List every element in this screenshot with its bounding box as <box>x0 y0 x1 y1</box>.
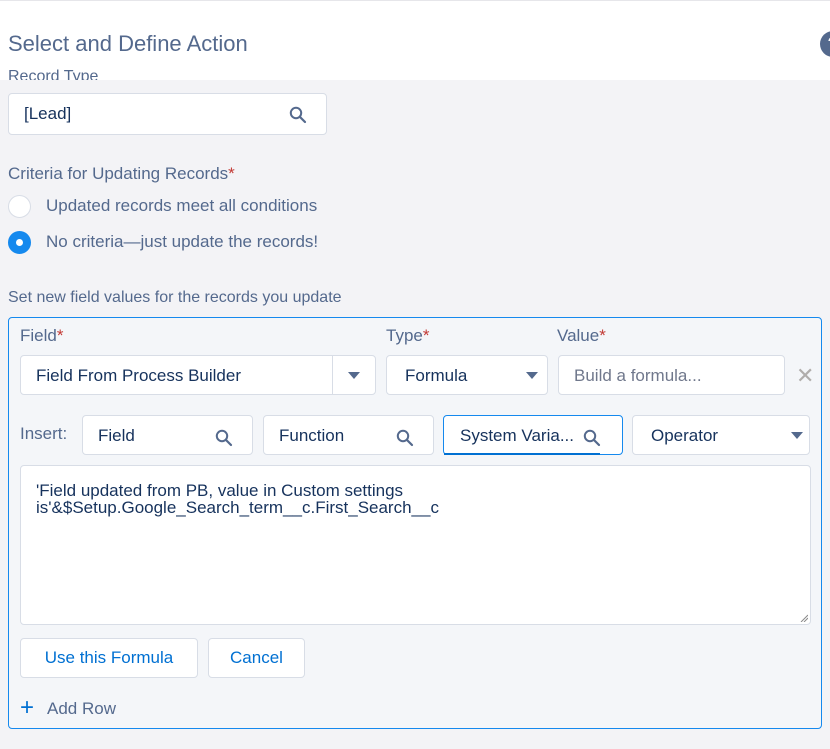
chevron-down-icon[interactable] <box>348 372 360 379</box>
insert-operator-select[interactable]: Operator <box>632 415 810 455</box>
cancel-button[interactable]: Cancel <box>208 638 305 678</box>
use-formula-button[interactable]: Use this Formula <box>20 638 198 678</box>
record-type-value: [Lead] <box>24 104 72 123</box>
add-row-label[interactable]: Add Row <box>47 699 116 719</box>
field-values-label: Set new field values for the records you… <box>8 289 342 306</box>
record-type-input[interactable]: [Lead] <box>8 93 327 135</box>
search-icon[interactable] <box>215 429 233 447</box>
radio-no-criteria-label[interactable]: No criteria—just update the records! <box>46 232 318 252</box>
insert-function-label: Function <box>279 426 345 445</box>
plus-icon[interactable]: + <box>20 696 34 720</box>
insert-field-label: Field <box>98 426 135 445</box>
value-formula-placeholder: Build a formula... <box>574 366 702 385</box>
criteria-label: Criteria for Updating Records* <box>8 164 235 183</box>
insert-label: Insert: <box>20 424 68 443</box>
insert-operator-label: Operator <box>651 426 719 445</box>
type-select-value: Formula <box>405 366 468 385</box>
radio-all-conditions-label[interactable]: Updated records meet all conditions <box>46 196 317 216</box>
field-column-label: Field* <box>20 326 64 345</box>
chevron-down-icon[interactable] <box>791 432 803 439</box>
value-column-label: Value* <box>557 326 606 345</box>
search-icon[interactable] <box>289 106 307 124</box>
page-title: Select and Define Action <box>8 31 248 56</box>
field-select-value: Field From Process Builder <box>36 366 242 385</box>
radio-no-criteria[interactable] <box>8 231 31 254</box>
type-column-label: Type* <box>386 326 430 345</box>
field-select-divider <box>332 356 333 394</box>
insert-function-search[interactable]: Function <box>263 415 434 455</box>
radio-all-conditions[interactable] <box>8 195 31 218</box>
chevron-down-icon[interactable] <box>526 372 538 379</box>
focus-underline <box>444 453 600 455</box>
insert-field-search[interactable]: Field <box>82 415 253 455</box>
help-icon[interactable]: ? <box>820 31 830 57</box>
search-icon[interactable] <box>583 429 601 447</box>
search-icon[interactable] <box>396 429 414 447</box>
field-select[interactable]: Field From Process Builder <box>20 355 376 395</box>
formula-editor[interactable]: 'Field updated from PB, value in Custom … <box>20 465 811 625</box>
insert-system-variables-search[interactable]: System Varia... <box>443 415 623 455</box>
type-select[interactable]: Formula <box>386 355 548 395</box>
value-formula-input[interactable]: Build a formula... <box>558 355 785 395</box>
close-icon[interactable]: ✕ <box>796 365 814 387</box>
resize-grip-icon[interactable] <box>800 614 808 622</box>
record-type-label: Record Type <box>8 68 99 80</box>
formula-text[interactable]: 'Field updated from PB, value in Custom … <box>36 482 736 516</box>
insert-system-variables-label: System Varia... <box>460 426 574 445</box>
